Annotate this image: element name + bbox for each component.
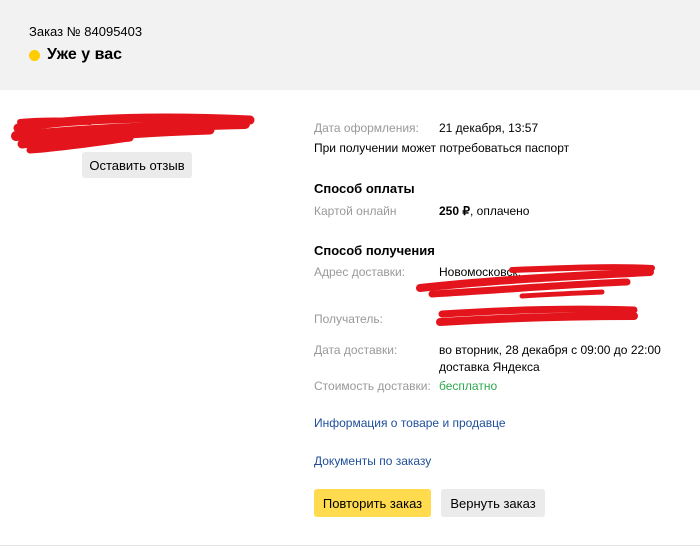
bottom-divider [0, 545, 700, 546]
status-dot-icon [29, 49, 40, 61]
repeat-order-button[interactable]: Повторить заказ [314, 489, 431, 517]
delivery-address-label: Адрес доставки: [314, 265, 406, 279]
passport-note: При получении может потребоваться паспор… [314, 141, 570, 155]
order-documents-link[interactable]: Документы по заказу [314, 454, 431, 468]
payment-amount: 250 ₽, оплачено [439, 204, 529, 218]
order-date-label: Дата оформления: [314, 121, 419, 135]
recipient-label: Получатель: [314, 312, 383, 326]
order-header: Заказ № 84095403 Уже у вас [0, 0, 700, 90]
redaction-scribble-address [416, 264, 655, 299]
delivery-cost-label: Стоимость доставки: [314, 379, 431, 393]
status-text: Уже у вас [47, 46, 122, 63]
delivery-service-value: доставка Яндекса [439, 360, 540, 374]
order-date-value: 21 декабря, 13:57 [439, 121, 539, 135]
return-order-button[interactable]: Вернуть заказ [441, 489, 545, 517]
delivery-date-label: Дата доставки: [314, 343, 398, 357]
leave-review-button[interactable]: Оставить отзыв [82, 152, 192, 178]
redaction-scribble-recipient [436, 305, 638, 326]
payment-status: , оплачено [470, 204, 530, 218]
delivery-date-value: во вторник, 28 декабря с 09:00 до 22:00 [439, 343, 661, 357]
payment-method-label: Картой онлайн [314, 204, 397, 218]
product-info-link[interactable]: Информация о товаре и продавце [314, 416, 506, 430]
payment-amount-value: 250 ₽ [439, 204, 470, 218]
delivery-section-title: Способ получения [314, 243, 435, 258]
order-number: Заказ № 84095403 [29, 24, 143, 39]
order-status: Уже у вас [29, 46, 122, 64]
order-page: Заказ № 84095403 Уже у вас Оставить отзы… [0, 0, 700, 550]
payment-section-title: Способ оплаты [314, 181, 415, 196]
delivery-cost-value: бесплатно [439, 379, 498, 393]
